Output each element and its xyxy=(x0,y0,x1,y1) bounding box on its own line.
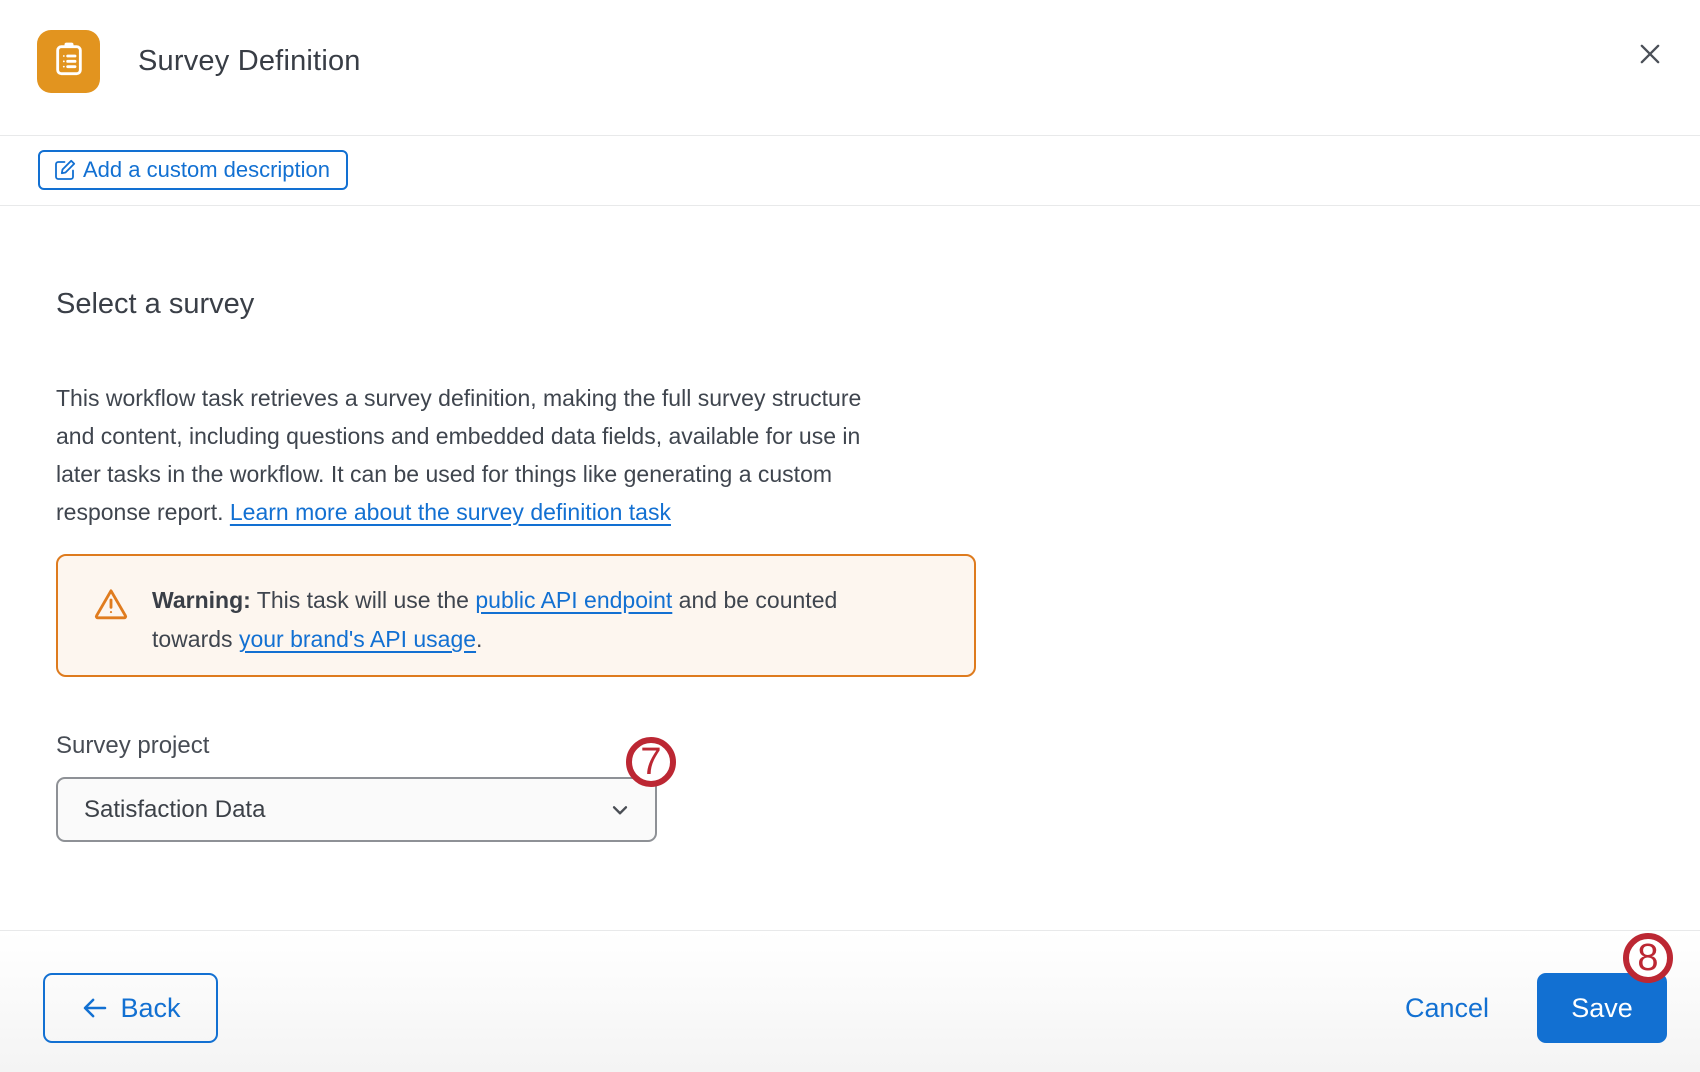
warning-triangle-icon xyxy=(92,586,130,622)
back-button[interactable]: Back xyxy=(43,973,218,1043)
save-button[interactable]: Save xyxy=(1537,973,1667,1043)
brand-api-usage-link[interactable]: your brand's API usage xyxy=(239,626,476,652)
add-custom-description-label: Add a custom description xyxy=(83,152,330,188)
survey-project-selected-value: Satisfaction Data xyxy=(84,796,265,824)
back-button-label: Back xyxy=(120,993,180,1024)
modal-title: Survey Definition xyxy=(138,41,361,81)
survey-definition-task-icon xyxy=(37,30,100,93)
warning-text-1: This task will use the xyxy=(251,587,476,613)
warning-text-3: . xyxy=(476,626,482,652)
warning-message: Warning: This task will use the public A… xyxy=(152,581,837,659)
footer-divider xyxy=(0,930,1700,931)
cancel-button[interactable]: Cancel xyxy=(1392,973,1502,1043)
toolbar-divider xyxy=(0,205,1700,206)
survey-project-label: Survey project xyxy=(56,731,209,761)
learn-more-link[interactable]: Learn more about the survey definition t… xyxy=(230,499,671,525)
arrow-left-icon xyxy=(80,993,110,1023)
header-divider xyxy=(0,135,1700,136)
warning-label: Warning: xyxy=(152,587,251,613)
annotation-badge-8: 8 xyxy=(1623,933,1673,983)
warning-banner: Warning: This task will use the public A… xyxy=(56,554,976,677)
clipboard-icon xyxy=(49,39,89,84)
close-icon[interactable] xyxy=(1632,36,1668,72)
chevron-down-icon xyxy=(607,797,633,823)
section-heading: Select a survey xyxy=(56,285,254,323)
survey-project-select[interactable]: Satisfaction Data xyxy=(56,777,657,842)
annotation-badge-7: 7 xyxy=(626,737,676,787)
edit-icon xyxy=(53,158,77,182)
task-description: This workflow task retrieves a survey de… xyxy=(56,379,1016,531)
add-custom-description-button[interactable]: Add a custom description xyxy=(38,150,348,190)
public-api-endpoint-link[interactable]: public API endpoint xyxy=(475,587,672,613)
